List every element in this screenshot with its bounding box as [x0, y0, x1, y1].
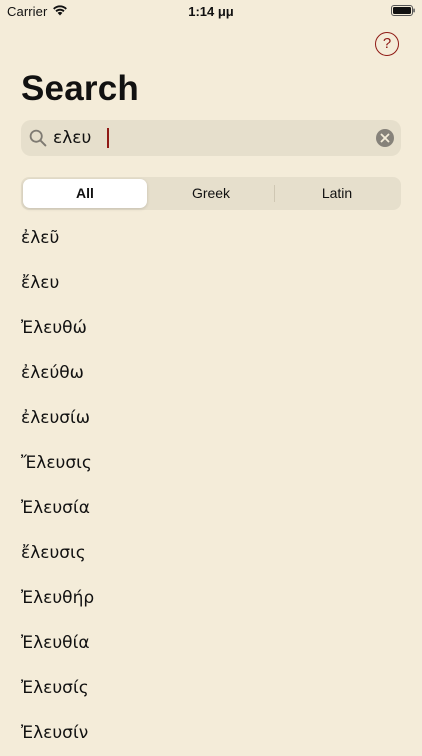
result-row[interactable]: Ἐλευσίν: [0, 711, 422, 756]
search-input[interactable]: [53, 120, 363, 156]
clear-search-button[interactable]: [376, 129, 394, 147]
help-button[interactable]: ?: [375, 32, 399, 56]
page-title: Search: [21, 69, 139, 108]
results-list: ἐλεῦ ἔλευ Ἐλευθώ ἐλεύθω ἐλευσίω Ἔλευσις …: [0, 216, 422, 756]
close-icon: [380, 133, 390, 143]
segment-all[interactable]: All: [23, 179, 147, 208]
result-row[interactable]: Ἐλευσία: [0, 486, 422, 531]
segment-greek[interactable]: Greek: [149, 179, 273, 208]
result-row[interactable]: Ἐλευθώ: [0, 306, 422, 351]
result-row[interactable]: ἐλευσίω: [0, 396, 422, 441]
result-row[interactable]: ἐλεῦ: [0, 216, 422, 261]
result-row[interactable]: ἔλευ: [0, 261, 422, 306]
battery-icon: [391, 5, 415, 16]
search-icon: [29, 129, 47, 147]
segment-latin[interactable]: Latin: [275, 179, 399, 208]
status-bar: Carrier 1:14 μμ: [0, 0, 422, 22]
language-filter: All Greek Latin: [21, 177, 401, 210]
result-row[interactable]: Ἐλευσίς: [0, 666, 422, 711]
result-row[interactable]: Ἐλευθία: [0, 621, 422, 666]
status-time: 1:14 μμ: [188, 4, 234, 19]
result-row[interactable]: ἔλευσις: [0, 531, 422, 576]
text-cursor: [107, 128, 109, 148]
result-row[interactable]: Ἔλευσις: [0, 441, 422, 486]
help-icon: ?: [382, 35, 392, 52]
result-row[interactable]: Ἐλευθήρ: [0, 576, 422, 621]
search-field[interactable]: [21, 120, 401, 156]
result-row[interactable]: ἐλεύθω: [0, 351, 422, 396]
